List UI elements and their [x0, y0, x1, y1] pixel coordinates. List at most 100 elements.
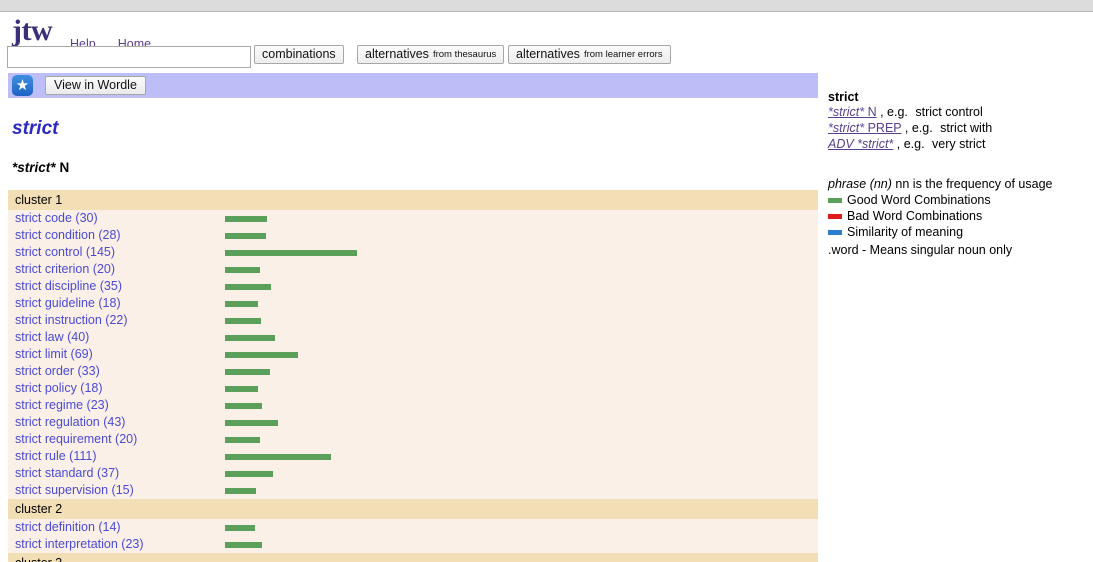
frequency-bar [225, 437, 260, 443]
table-row: strict order (33) [8, 363, 818, 380]
combination-link[interactable]: strict discipline (35) [15, 278, 122, 295]
sidebar-pattern-pos: N [864, 105, 877, 119]
sidebar-pattern-row: *strict* N , e.g. strict control [828, 104, 1090, 120]
frequency-bar-track [225, 301, 258, 307]
frequency-bar [225, 352, 298, 358]
alternatives-thesaurus-sub-label: from thesaurus [432, 48, 497, 60]
legend-frequency-note: phrase (nn) nn is the frequency of usage [828, 176, 1093, 192]
table-row: strict policy (18) [8, 380, 818, 397]
sidebar-pattern-row: *strict* PREP , e.g. strict with [828, 120, 1090, 136]
combination-link[interactable]: strict guideline (18) [15, 295, 121, 312]
alternatives-thesaurus-button[interactable]: alternatives from thesaurus [357, 45, 505, 64]
frequency-bar [225, 420, 278, 426]
combination-link[interactable]: strict standard (37) [15, 465, 119, 482]
legend-item-label: Good Word Combinations [847, 193, 991, 207]
legend-color-swatch [828, 213, 842, 219]
combination-link[interactable]: strict order (33) [15, 363, 100, 380]
combination-link[interactable]: strict law (40) [15, 329, 89, 346]
frequency-bar [225, 525, 255, 531]
combination-link[interactable]: strict regime (23) [15, 397, 109, 414]
frequency-bar [225, 403, 262, 409]
combinations-button[interactable]: combinations [254, 45, 344, 64]
alternatives-learner-errors-button[interactable]: alternatives from learner errors [508, 45, 671, 64]
frequency-bar [225, 369, 270, 375]
combination-link[interactable]: strict condition (28) [15, 227, 121, 244]
combination-link[interactable]: strict limit (69) [15, 346, 93, 363]
combination-link[interactable]: strict regulation (43) [15, 414, 125, 431]
legend-item: Good Word Combinations [828, 192, 1093, 208]
legend-note-italic: phrase (nn) [828, 177, 892, 191]
legend-color-swatch [828, 229, 842, 235]
frequency-bar-track [225, 525, 255, 531]
legend-note-rest: nn is the frequency of usage [895, 177, 1053, 191]
table-row: strict limit (69) [8, 346, 818, 363]
sidebar-pattern-row: ADV *strict* , e.g. very strict [828, 136, 1090, 152]
sidebar-pattern-text: *strict* [828, 121, 865, 135]
table-row: strict standard (37) [8, 465, 818, 482]
frequency-bar-track [225, 335, 275, 341]
frequency-bar-track [225, 352, 298, 358]
table-row: strict rule (111) [8, 448, 818, 465]
view-in-wordle-label: View in Wordle [54, 78, 137, 92]
sidebar-example-text: strict with [936, 121, 993, 135]
combination-link[interactable]: strict interpretation (23) [15, 536, 144, 553]
headword-pattern-text: *strict* [12, 160, 56, 175]
frequency-bar [225, 488, 256, 494]
table-row: strict regulation (43) [8, 414, 818, 431]
headword-pos: N [59, 160, 70, 175]
frequency-bar [225, 284, 271, 290]
sidebar-pattern-pos: PREP [864, 121, 902, 135]
alternatives-thesaurus-main-label: alternatives [365, 47, 429, 61]
combination-link[interactable]: strict instruction (22) [15, 312, 128, 329]
frequency-bar-track [225, 250, 357, 256]
sidebar-eg-label: , e.g. [876, 105, 908, 119]
frequency-bar-track [225, 488, 256, 494]
table-row: strict definition (14) [8, 519, 818, 536]
alternatives-learner-sub-label: from learner errors [583, 48, 663, 60]
legend-item-label: Bad Word Combinations [847, 209, 983, 223]
sidebar-example-text: strict control [911, 105, 983, 119]
frequency-bar [225, 267, 260, 273]
sidebar-pattern-link[interactable]: *strict* N [828, 105, 877, 119]
sidebar-patterns: strict *strict* N , e.g. strict control *… [828, 90, 1090, 152]
combination-link[interactable]: strict code (30) [15, 210, 98, 227]
table-row: strict instruction (22) [8, 312, 818, 329]
headword-pattern: *strict* N [12, 160, 69, 175]
frequency-bar [225, 250, 357, 256]
combination-link[interactable]: strict rule (111) [15, 448, 97, 465]
combinations-button-label: combinations [262, 47, 336, 61]
frequency-bar-track [225, 318, 261, 324]
alternatives-learner-main-label: alternatives [516, 47, 580, 61]
wordle-bar: ★ View in Wordle [8, 73, 818, 98]
search-input[interactable] [7, 46, 251, 68]
combination-link[interactable]: strict requirement (20) [15, 431, 137, 448]
sidebar-pattern-link[interactable]: ADV *strict* [828, 137, 893, 151]
frequency-bar [225, 233, 266, 239]
frequency-bar-track [225, 233, 266, 239]
legend-item-list: Good Word Combinations Bad Word Combinati… [828, 192, 1093, 240]
sidebar-headword: strict [828, 90, 859, 104]
combination-link[interactable]: strict criterion (20) [15, 261, 115, 278]
combination-link[interactable]: strict policy (18) [15, 380, 103, 397]
legend-item: Bad Word Combinations [828, 208, 1093, 224]
frequency-bar-track [225, 369, 270, 375]
sidebar-pattern-link[interactable]: *strict* PREP [828, 121, 901, 135]
legend-footnote: .word - Means singular noun only [828, 243, 1013, 257]
combination-link[interactable]: strict control (145) [15, 244, 115, 261]
frequency-bar-track [225, 216, 267, 222]
legend: phrase (nn) nn is the frequency of usage… [828, 176, 1093, 258]
results-table: cluster 1 strict code (30) strict conditio… [8, 190, 818, 562]
combination-link[interactable]: strict definition (14) [15, 519, 121, 536]
view-in-wordle-button[interactable]: View in Wordle [45, 76, 146, 95]
legend-item-label: Similarity of meaning [847, 225, 964, 239]
cluster-header: cluster 2 [8, 499, 818, 519]
star-icon[interactable]: ★ [12, 75, 33, 96]
page-title: strict [12, 118, 59, 139]
frequency-bar [225, 301, 258, 307]
site-logo[interactable]: jtw [12, 14, 53, 48]
frequency-bar-track [225, 420, 278, 426]
cluster-header: cluster 1 [8, 190, 818, 210]
combination-link[interactable]: strict supervision (15) [15, 482, 134, 499]
frequency-bar-track [225, 471, 273, 477]
sidebar-eg-label: , e.g. [901, 121, 933, 135]
